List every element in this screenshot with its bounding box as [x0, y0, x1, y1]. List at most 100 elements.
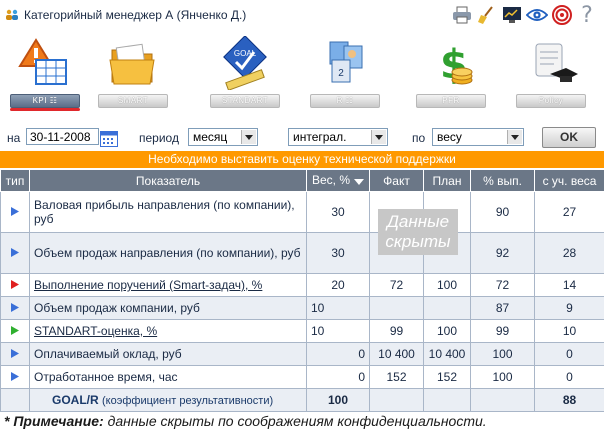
- help-icon[interactable]: ?: [576, 3, 598, 28]
- row-weighted: 28: [534, 232, 604, 274]
- row-pct: 90: [470, 191, 535, 233]
- footnote-prefix: * Примечание:: [4, 413, 104, 429]
- date-label: на: [7, 131, 21, 145]
- folder-icon: [109, 43, 155, 85]
- mode-select[interactable]: интеграл.: [288, 128, 388, 146]
- scroll-graduation-cap-icon: [535, 43, 578, 82]
- col-header-weight-label: Вес, %: [311, 173, 350, 188]
- toolbar: ?: [451, 3, 598, 28]
- col-header-fact: Факт: [369, 169, 424, 192]
- col-header-weight[interactable]: Вес, %: [306, 169, 370, 192]
- tab-r[interactable]: R ☷: [310, 94, 380, 108]
- total-subtitle: (коэффициент результативности): [102, 395, 274, 407]
- row-weighted: 9: [534, 296, 604, 320]
- table-row[interactable]: Объем продаж направления (по компании), …: [0, 232, 604, 274]
- kpi-warning-chart-icon: [18, 38, 67, 85]
- period-select[interactable]: месяц: [188, 128, 258, 146]
- row-indicator: Объем продаж направления (по компании), …: [29, 232, 307, 274]
- row-plan: 100: [423, 319, 471, 343]
- row-type-cell: [0, 342, 30, 366]
- module-kpi[interactable]: KPI ☷: [6, 36, 82, 111]
- total-fact: [369, 388, 424, 412]
- row-indicator: Оплачиваемый оклад, руб: [29, 342, 307, 366]
- table-row[interactable]: Выполнение поручений (Smart-задач), % 20…: [0, 273, 604, 297]
- chevron-down-icon[interactable]: [371, 130, 386, 144]
- table-row[interactable]: Валовая прибыль направления (по компании…: [0, 191, 604, 233]
- date-input[interactable]: [26, 128, 99, 145]
- module-policy[interactable]: Policy: [512, 36, 588, 108]
- table-row[interactable]: Оплачиваемый оклад, руб 0 10 400 10 400 …: [0, 342, 604, 366]
- row-pct: 100: [470, 342, 535, 366]
- row-type-cell: [0, 296, 30, 320]
- total-row: GOAL/R (коэффициент результативности) 10…: [0, 388, 604, 412]
- row-weighted: 0: [534, 342, 604, 366]
- row-indicator-link[interactable]: Выполнение поручений (Smart-задач), %: [29, 273, 307, 297]
- chevron-down-icon[interactable]: [507, 130, 522, 144]
- row-fact: 72: [369, 273, 424, 297]
- kpi-table: тип Показатель Вес, % Факт План % вып. с…: [0, 169, 604, 412]
- filter-row: на период месяц интеграл. по весу: [0, 127, 604, 149]
- row-pct: 72: [470, 273, 535, 297]
- module-smart[interactable]: SMART: [94, 36, 170, 108]
- eye-icon[interactable]: [526, 4, 548, 26]
- play-arrow-red-icon: [11, 280, 19, 289]
- row-plan: 152: [423, 365, 471, 389]
- row-weight: 20: [306, 273, 370, 297]
- table-row[interactable]: STANDART-оценка, % 10 99 100 99 10: [0, 319, 604, 343]
- row-indicator-link-text[interactable]: STANDART-оценка, %: [34, 324, 157, 338]
- alert-banner[interactable]: Необходимо выставить оценку технической …: [0, 151, 604, 168]
- row-pct: 92: [470, 232, 535, 274]
- row-type-cell: [0, 319, 30, 343]
- by-select[interactable]: весу: [432, 128, 524, 146]
- sort-desc-icon[interactable]: [354, 174, 364, 188]
- row-indicator-link[interactable]: STANDART-оценка, %: [29, 319, 307, 343]
- table-row[interactable]: Объем продаж компании, руб 10 87 9: [0, 296, 604, 320]
- printer-icon[interactable]: [451, 4, 473, 26]
- period-label: период: [139, 131, 179, 145]
- monitor-chart-icon[interactable]: [501, 4, 523, 26]
- target-icon[interactable]: [551, 4, 573, 26]
- row-indicator-link-text[interactable]: Выполнение поручений (Smart-задач), %: [34, 278, 262, 292]
- total-label-cell: GOAL/R (коэффициент результативности): [29, 388, 307, 412]
- row-fact: [369, 296, 424, 320]
- by-select-value: весу: [437, 130, 462, 144]
- tab-smart[interactable]: SMART: [98, 94, 168, 108]
- module-pfr[interactable]: $ PFR: [412, 36, 488, 108]
- tab-kpi[interactable]: KPI ☷: [10, 94, 80, 108]
- table-row[interactable]: Отработанное время, час 0 152 152 100 0: [0, 365, 604, 389]
- row-weighted: 10: [534, 319, 604, 343]
- play-arrow-blue-icon: [11, 372, 19, 381]
- mode-select-value: интеграл.: [293, 130, 347, 144]
- by-label: по: [412, 131, 426, 145]
- broom-icon[interactable]: [476, 4, 498, 26]
- tab-standart[interactable]: STANDART: [210, 94, 280, 108]
- module-r[interactable]: 2 R ☷: [306, 36, 382, 108]
- row-fact: 152: [369, 365, 424, 389]
- tab-policy[interactable]: Policy: [516, 94, 586, 108]
- row-type-cell: [0, 365, 30, 389]
- row-indicator: Объем продаж компании, руб: [29, 296, 307, 320]
- row-weight: 30: [306, 232, 370, 274]
- col-header-pct: % вып.: [470, 169, 535, 192]
- row-fact: 10 400: [369, 342, 424, 366]
- period-select-value: месяц: [193, 130, 228, 144]
- tab-pfr[interactable]: PFR: [416, 94, 486, 108]
- row-plan: [423, 296, 471, 320]
- chevron-down-icon[interactable]: [241, 130, 256, 144]
- col-header-indicator: Показатель: [29, 169, 307, 192]
- module-standart[interactable]: GOAL STANDART: [206, 36, 282, 108]
- row-weight: 0: [306, 365, 370, 389]
- row-weight: 10: [306, 319, 370, 343]
- row-indicator: Отработанное время, час: [29, 365, 307, 389]
- dollar-coins-icon: $: [440, 42, 473, 88]
- row-weight: 10: [306, 296, 370, 320]
- row-weighted: 27: [534, 191, 604, 233]
- calendar-icon[interactable]: [100, 131, 118, 147]
- row-weight: 30: [306, 191, 370, 233]
- user-group-icon: [6, 9, 18, 20]
- play-arrow-green-icon: [11, 326, 19, 335]
- row-type-cell: [0, 191, 30, 233]
- ok-button[interactable]: OK: [542, 127, 596, 148]
- row-plan: 100: [423, 273, 471, 297]
- row-pct: 87: [470, 296, 535, 320]
